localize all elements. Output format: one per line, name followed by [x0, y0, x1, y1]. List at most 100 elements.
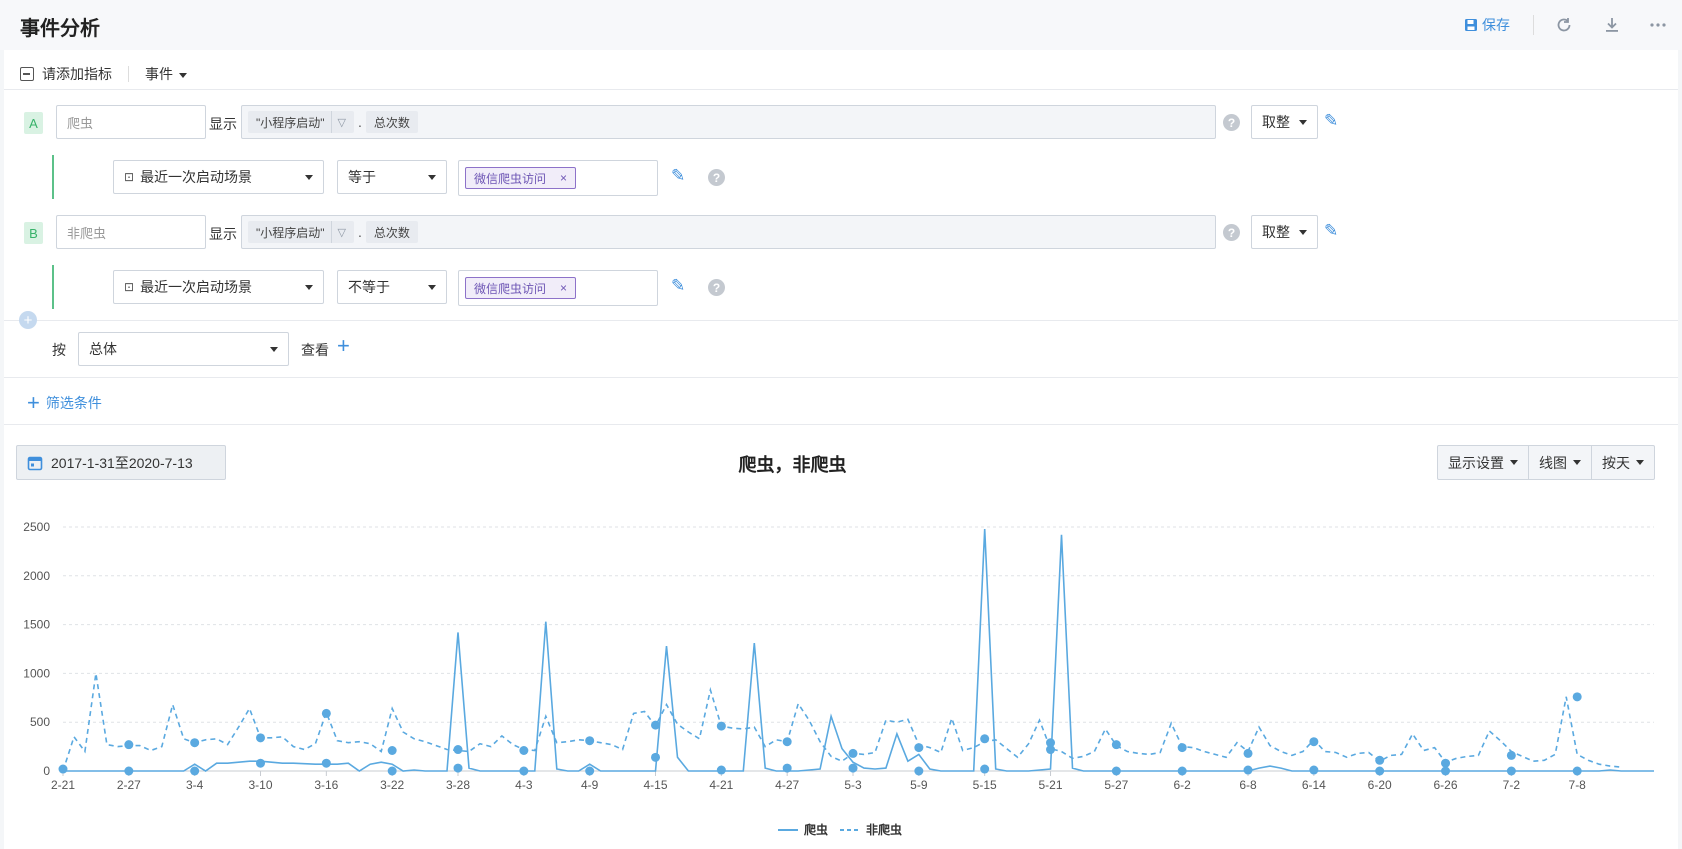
event-dropdown-label: 事件 [145, 66, 173, 82]
display-settings-dropdown[interactable]: 显示设置 [1438, 446, 1529, 479]
granularity-dropdown[interactable]: 按天 [1592, 446, 1654, 479]
add-group-plus-icon[interactable]: + [337, 335, 350, 357]
x-tick-label: 4-9 [581, 778, 599, 792]
data-point-1 [453, 745, 463, 755]
group-by-dropdown[interactable]: 总体 [78, 332, 289, 366]
add-filter-link[interactable]: + 筛选条件 [27, 392, 102, 414]
close-icon[interactable]: × [560, 281, 567, 295]
measure-chip[interactable]: 总次数 [365, 221, 418, 243]
data-point-1 [1506, 750, 1516, 760]
legend-item-0[interactable]: 爬虫 [804, 821, 828, 838]
help-icon[interactable]: ? [708, 279, 725, 296]
page-header [0, 0, 1682, 50]
data-point-0 [453, 763, 463, 773]
property-dropdown[interactable]: ⊡ 最近一次启动场景 [113, 270, 324, 304]
plus-icon: + [27, 390, 40, 415]
show-label: 显示 [209, 226, 237, 242]
rounding-label: 取整 [1262, 224, 1290, 240]
property-label: 最近一次启动场景 [140, 169, 253, 185]
legend-solid-swatch [778, 828, 798, 831]
data-point-1 [256, 733, 266, 743]
x-tick-label: 4-15 [643, 778, 667, 792]
chip-divider [330, 111, 332, 133]
data-point-0 [716, 765, 726, 775]
edit-icon[interactable]: ✎ [1324, 111, 1338, 131]
refresh-icon[interactable] [1553, 14, 1575, 36]
legend-item-1[interactable]: 非爬虫 [866, 821, 902, 838]
add-metric-circle-icon[interactable]: + [19, 311, 37, 329]
operator-label: 不等于 [348, 279, 390, 295]
filter-value-box[interactable]: 微信爬虫访问 × [458, 160, 658, 196]
x-tick-label: 2-27 [117, 778, 141, 792]
x-tick-label: 6-8 [1239, 778, 1257, 792]
measure-chip[interactable]: 总次数 [365, 111, 418, 133]
data-point-1 [1177, 743, 1187, 753]
data-point-0 [1572, 766, 1582, 776]
rounding-label: 取整 [1262, 114, 1290, 130]
event-chip[interactable]: "小程序启动" ▽ [248, 221, 354, 243]
divider [4, 89, 1678, 90]
edit-icon[interactable]: ✎ [1324, 221, 1338, 241]
save-button[interactable]: 保存 [1464, 15, 1510, 35]
data-point-0 [782, 763, 792, 773]
chart-title: 爬虫，非爬虫 [738, 455, 847, 475]
metric-name-input[interactable]: 非爬虫 [56, 215, 206, 249]
filter-value-tag[interactable]: 微信爬虫访问 × [465, 277, 577, 299]
operator-label: 等于 [348, 169, 376, 185]
operator-dropdown[interactable]: 等于 [337, 160, 447, 194]
x-tick-label: 5-15 [973, 778, 997, 792]
help-icon[interactable]: ? [1223, 114, 1240, 131]
metric-name-input[interactable]: 爬虫 [56, 105, 206, 139]
add-metric-button[interactable]: 请添加指标 [42, 64, 112, 84]
filter-value-tag[interactable]: 微信爬虫访问 × [465, 167, 577, 189]
property-dropdown[interactable]: ⊡ 最近一次启动场景 [113, 160, 324, 194]
metric-expression-box[interactable]: "小程序启动" ▽ . 总次数 [241, 105, 1216, 139]
property-label: 最近一次启动场景 [140, 279, 253, 295]
data-point-0 [519, 766, 529, 776]
data-point-0 [980, 764, 990, 774]
help-icon[interactable]: ? [708, 169, 725, 186]
data-point-1 [1441, 758, 1451, 768]
x-tick-label: 4-3 [515, 778, 533, 792]
series-line-0 [63, 528, 1654, 772]
caret-down-icon [1299, 229, 1307, 235]
help-icon[interactable]: ? [1223, 224, 1240, 241]
edit-icon[interactable]: ✎ [671, 166, 685, 186]
add-filter-label: 筛选条件 [45, 395, 102, 411]
x-tick-label: 4-27 [775, 778, 799, 792]
x-tick-label: 6-26 [1434, 778, 1458, 792]
dot-separator: . [358, 224, 362, 240]
collapse-icon[interactable] [20, 67, 34, 81]
dot-separator: . [358, 114, 362, 130]
operator-dropdown[interactable]: 不等于 [337, 270, 447, 304]
filter-value-box[interactable]: 微信爬虫访问 × [458, 270, 658, 306]
rounding-dropdown[interactable]: 取整 [1251, 215, 1318, 249]
y-tick-label: 500 [30, 715, 50, 729]
x-tick-label: 4-21 [709, 778, 733, 792]
caret-down-icon [1299, 119, 1307, 125]
metric-expression-box[interactable]: "小程序启动" ▽ . 总次数 [241, 215, 1216, 249]
data-point-0 [914, 766, 924, 776]
data-point-0 [651, 752, 661, 762]
series-line-1 [62, 673, 1622, 772]
event-chip[interactable]: "小程序启动" ▽ [248, 111, 354, 133]
chart-type-dropdown[interactable]: 线图 [1529, 446, 1592, 479]
filter-icon[interactable]: ▽ [338, 116, 346, 129]
caret-down-icon [179, 72, 187, 78]
data-point-1 [387, 746, 397, 756]
data-point-0 [1375, 766, 1385, 776]
close-icon[interactable]: × [560, 171, 567, 185]
caret-down-icon [1636, 460, 1644, 465]
event-dropdown[interactable]: 事件 [145, 64, 187, 84]
more-icon[interactable] [1647, 14, 1669, 36]
download-icon[interactable] [1601, 14, 1623, 36]
data-point-0 [387, 766, 397, 776]
filter-icon[interactable]: ▽ [338, 226, 346, 239]
legend-dashed-swatch [840, 828, 861, 831]
property-icon: ⊡ [124, 280, 135, 294]
rounding-dropdown[interactable]: 取整 [1251, 105, 1318, 139]
data-point-0 [256, 758, 266, 768]
data-point-0 [321, 758, 331, 768]
edit-icon[interactable]: ✎ [671, 276, 685, 296]
x-tick-label: 7-2 [1503, 778, 1521, 792]
